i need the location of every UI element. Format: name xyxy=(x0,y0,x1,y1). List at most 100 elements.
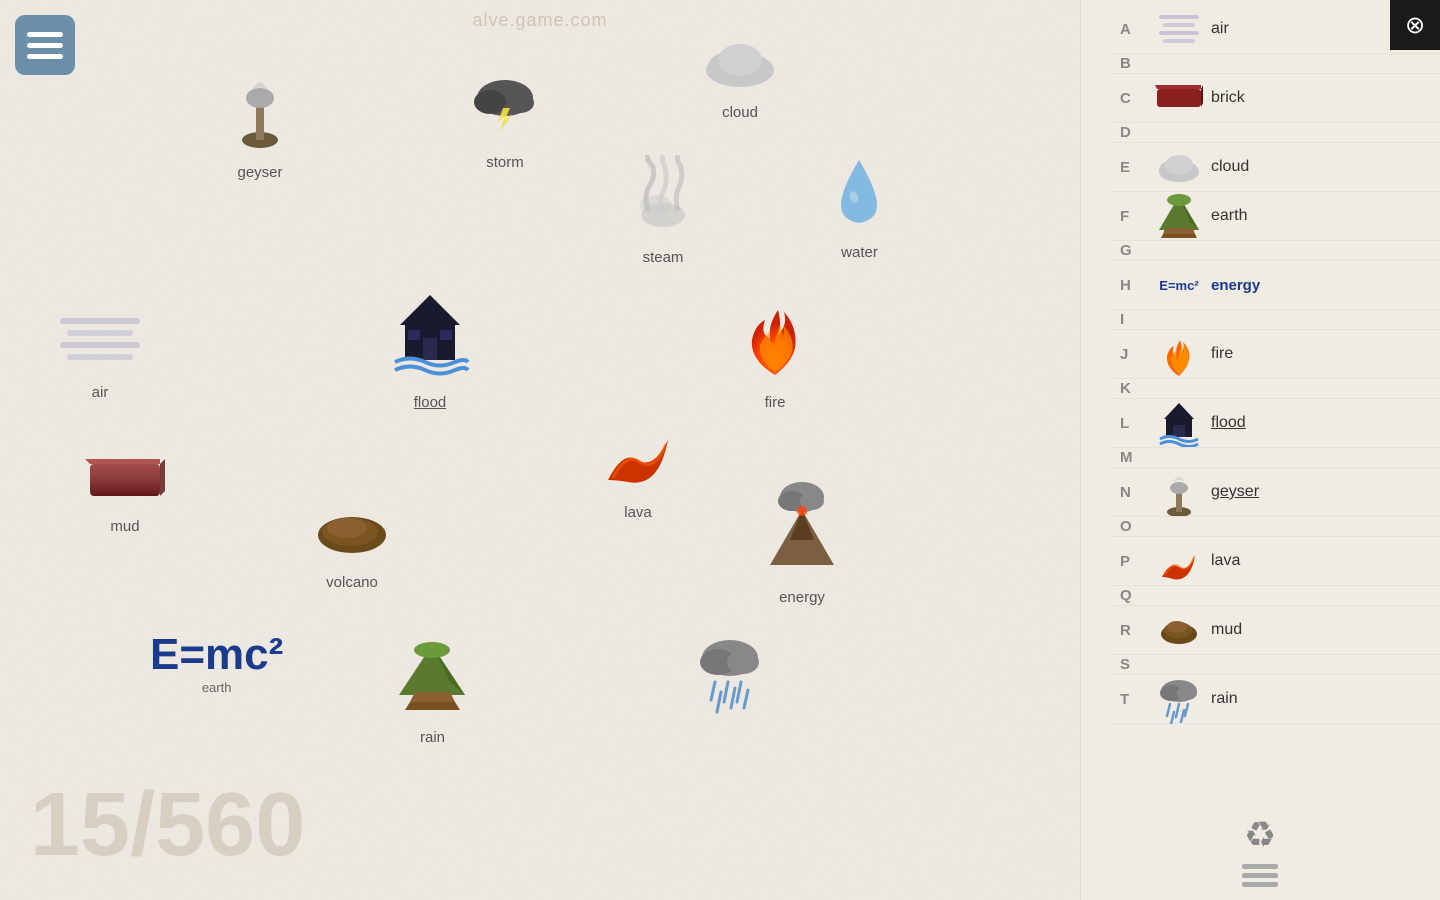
sidebar-letter-i: I xyxy=(1120,311,1145,328)
water-canvas-icon xyxy=(832,155,887,240)
sidebar-item-brick[interactable]: C brick xyxy=(1110,74,1440,123)
sidebar-list: A air B C xyxy=(1110,0,1440,900)
sidebar-item-rain[interactable]: T rain xyxy=(1110,675,1440,724)
close-icon: ⊗ xyxy=(1405,11,1425,40)
earth-canvas-icon xyxy=(395,640,470,725)
geyser-canvas-icon xyxy=(230,70,290,160)
sidebar-letter-k: K xyxy=(1120,380,1145,397)
sidebar-letter-s: S xyxy=(1120,656,1145,673)
sidebar-letter-h: H xyxy=(1120,277,1145,294)
sidebar-fire-label: fire xyxy=(1211,345,1233,363)
mud-sidebar-icon xyxy=(1155,610,1203,650)
air-canvas-label: air xyxy=(92,384,109,401)
fire-canvas-icon xyxy=(740,290,810,390)
volcano-canvas-icon xyxy=(762,475,842,585)
steam-canvas-icon xyxy=(628,155,698,245)
sidebar-earth-label: earth xyxy=(1211,207,1247,225)
sidebar-item-lava[interactable]: P lava xyxy=(1110,537,1440,586)
storm-canvas-icon xyxy=(470,70,540,150)
canvas-element-lava[interactable]: lava xyxy=(598,410,678,521)
sidebar-letter-r: R xyxy=(1120,622,1145,639)
canvas-element-brick[interactable]: mud xyxy=(85,450,165,535)
canvas-element-energy[interactable]: E=mc² earth xyxy=(150,630,283,695)
energy-canvas-icon: E=mc² xyxy=(150,630,283,680)
sidebar-item-earth[interactable]: F earth xyxy=(1110,192,1440,241)
sidebar-item-energy[interactable]: H E=mc² energy xyxy=(1110,261,1440,310)
mud-canvas-label: volcano xyxy=(326,574,378,591)
canvas-element-geyser[interactable]: geyser xyxy=(230,70,290,181)
earth-sidebar-icon xyxy=(1155,196,1203,236)
sidebar-letter-g: G xyxy=(1120,242,1145,259)
brick-canvas-label: mud xyxy=(110,518,139,535)
menu-line-3 xyxy=(27,54,63,59)
geyser-canvas-label: geyser xyxy=(237,164,282,181)
sidebar-letter-e: E xyxy=(1120,159,1145,176)
sidebar-item-d: D xyxy=(1110,123,1440,143)
sidebar-letter-d: D xyxy=(1120,124,1145,141)
flood-sidebar-icon xyxy=(1155,403,1203,443)
sidebar-energy-label: energy xyxy=(1211,277,1260,294)
canvas-element-volcano[interactable]: energy xyxy=(762,475,842,606)
watermark: alve.game.com xyxy=(472,10,607,31)
energy-sidebar-icon: E=mc² xyxy=(1155,265,1203,305)
sidebar-item-flood[interactable]: L flood xyxy=(1110,399,1440,448)
sidebar-item-mud[interactable]: R mud xyxy=(1110,606,1440,655)
sidebar-letter-n: N xyxy=(1120,484,1145,501)
sidebar-letter-p: P xyxy=(1120,553,1145,570)
canvas-element-earth[interactable]: rain xyxy=(395,640,470,746)
menu-button[interactable] xyxy=(15,15,75,75)
canvas-element-cloud[interactable]: cloud xyxy=(700,35,780,121)
sidebar-item-m: M xyxy=(1110,448,1440,468)
sidebar-letter-j: J xyxy=(1120,346,1145,363)
sidebar-letter-q: Q xyxy=(1120,587,1145,604)
geyser-sidebar-icon xyxy=(1155,472,1203,512)
sidebar-letter-m: M xyxy=(1120,449,1145,466)
energy-canvas-label: earth xyxy=(202,680,232,695)
steam-canvas-label: steam xyxy=(643,249,684,266)
lava-sidebar-icon xyxy=(1155,541,1203,581)
canvas-element-fire[interactable]: fire xyxy=(740,290,810,411)
flood-canvas-label: flood xyxy=(414,394,447,411)
sidebar-item-fire[interactable]: J fire xyxy=(1110,330,1440,379)
canvas-element-rain[interactable] xyxy=(693,630,768,734)
canvas-element-flood[interactable]: flood xyxy=(390,290,470,411)
sidebar-geyser-label: geyser xyxy=(1211,483,1259,501)
menu-line-1 xyxy=(27,32,63,37)
air-canvas-icon xyxy=(55,310,145,380)
mud-canvas-icon xyxy=(312,500,392,570)
sidebar-letter-o: O xyxy=(1120,518,1145,535)
sidebar-bottom-controls: ♻ xyxy=(1080,800,1440,900)
canvas-element-mud[interactable]: volcano xyxy=(312,500,392,591)
air-sidebar-icon xyxy=(1155,9,1203,49)
brick-sidebar-icon xyxy=(1155,78,1203,118)
canvas-element-water[interactable]: water xyxy=(832,155,887,261)
sidebar-item-o: O xyxy=(1110,517,1440,537)
fire-canvas-label: fire xyxy=(765,394,786,411)
sidebar-item-cloud[interactable]: E cloud xyxy=(1110,143,1440,192)
close-button[interactable]: ⊗ xyxy=(1390,0,1440,50)
water-canvas-label: water xyxy=(841,244,878,261)
canvas-element-air[interactable]: air xyxy=(55,310,145,401)
storm-canvas-label: storm xyxy=(486,154,524,171)
sidebar-item-geyser[interactable]: N geyser xyxy=(1110,468,1440,517)
cloud-canvas-label: cloud xyxy=(722,104,758,121)
sidebar-item-s: S xyxy=(1110,655,1440,675)
sidebar-letter-f: F xyxy=(1120,208,1145,225)
sidebar-letter-l: L xyxy=(1120,415,1145,432)
lava-canvas-label: lava xyxy=(624,504,652,521)
cloud-canvas-icon xyxy=(700,35,780,100)
recycle-button[interactable]: ♻ xyxy=(1244,814,1276,856)
canvas-element-storm[interactable]: storm xyxy=(470,70,540,171)
rain-sidebar-icon xyxy=(1155,679,1203,719)
sidebar-item-g: G xyxy=(1110,241,1440,261)
sidebar-letter-c: C xyxy=(1120,90,1145,107)
earth-canvas-label: rain xyxy=(420,729,445,746)
sidebar-lava-label: lava xyxy=(1211,552,1240,570)
sidebar-item-k: K xyxy=(1110,379,1440,399)
canvas-element-steam[interactable]: steam xyxy=(628,155,698,266)
sidebar-bars[interactable] xyxy=(1242,864,1278,887)
sidebar-letter-b: B xyxy=(1120,55,1145,72)
menu-line-2 xyxy=(27,43,63,48)
sidebar-item-b: B xyxy=(1110,54,1440,74)
sidebar-rain-label: rain xyxy=(1211,690,1238,708)
